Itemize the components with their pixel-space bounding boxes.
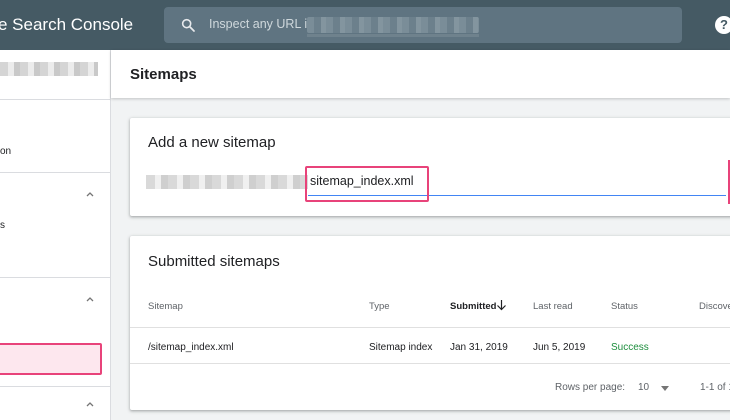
- sidebar-divider: [0, 386, 110, 387]
- column-header-sitemap[interactable]: Sitemap: [148, 301, 183, 312]
- submitted-sitemaps-title: Submitted sitemaps: [148, 253, 280, 270]
- status-badge: Success: [611, 342, 649, 353]
- blurred-property-url: [307, 17, 479, 33]
- rows-per-page-select[interactable]: 10: [638, 382, 649, 393]
- chevron-up-icon[interactable]: [84, 188, 96, 200]
- add-sitemap-card: Add a new sitemap: [130, 118, 730, 216]
- column-header-last-read[interactable]: Last read: [533, 301, 573, 312]
- arrow-down-icon[interactable]: [496, 299, 507, 311]
- cell-submitted: Jan 31, 2019: [450, 342, 508, 353]
- chevron-up-icon[interactable]: [84, 293, 96, 305]
- sidebar-item-sitemaps-selected[interactable]: [0, 343, 102, 375]
- chevron-down-icon[interactable]: [661, 386, 669, 391]
- help-icon[interactable]: ?: [715, 16, 730, 34]
- app-brand[interactable]: e Search Console: [0, 15, 133, 35]
- top-app-bar: e Search Console Inspect any URL in ?: [0, 0, 730, 50]
- url-inspection-search[interactable]: Inspect any URL in: [164, 7, 682, 43]
- property-selector-blurred[interactable]: [0, 62, 98, 76]
- column-header-discovered[interactable]: Discove: [699, 301, 730, 312]
- column-header-type[interactable]: Type: [369, 301, 390, 312]
- input-underline: [308, 195, 726, 196]
- property-url-prefix-blurred: [146, 175, 308, 189]
- page-title: Sitemaps: [130, 66, 197, 83]
- sidebar-divider: [0, 172, 110, 173]
- sidebar-divider: [0, 99, 110, 100]
- cell-type: Sitemap index: [369, 342, 433, 353]
- sidebar-item-performance[interactable]: s: [0, 220, 5, 231]
- pagination-range: 1-1 of 1: [700, 382, 730, 393]
- table-divider: [130, 363, 730, 364]
- column-header-submitted[interactable]: Submitted: [450, 301, 496, 312]
- search-icon: [181, 18, 195, 32]
- add-sitemap-title: Add a new sitemap: [148, 134, 276, 151]
- rows-per-page-label: Rows per page:: [555, 382, 626, 393]
- submitted-sitemaps-card: Submitted sitemaps Sitemap Type Submitte…: [130, 236, 730, 410]
- sidebar-item-url-inspection[interactable]: on: [0, 146, 11, 157]
- sitemap-url-input[interactable]: [308, 166, 726, 196]
- sidebar-divider: [0, 277, 110, 278]
- search-placeholder: Inspect any URL in: [209, 17, 315, 31]
- page-header: Sitemaps: [111, 50, 730, 98]
- chevron-up-icon[interactable]: [84, 398, 96, 410]
- cell-sitemap: /sitemap_index.xml: [148, 342, 234, 353]
- cell-last-read: Jun 5, 2019: [533, 342, 586, 353]
- table-divider: [130, 327, 730, 328]
- column-header-status[interactable]: Status: [611, 301, 638, 312]
- blurred-property-url-underline: [307, 34, 479, 37]
